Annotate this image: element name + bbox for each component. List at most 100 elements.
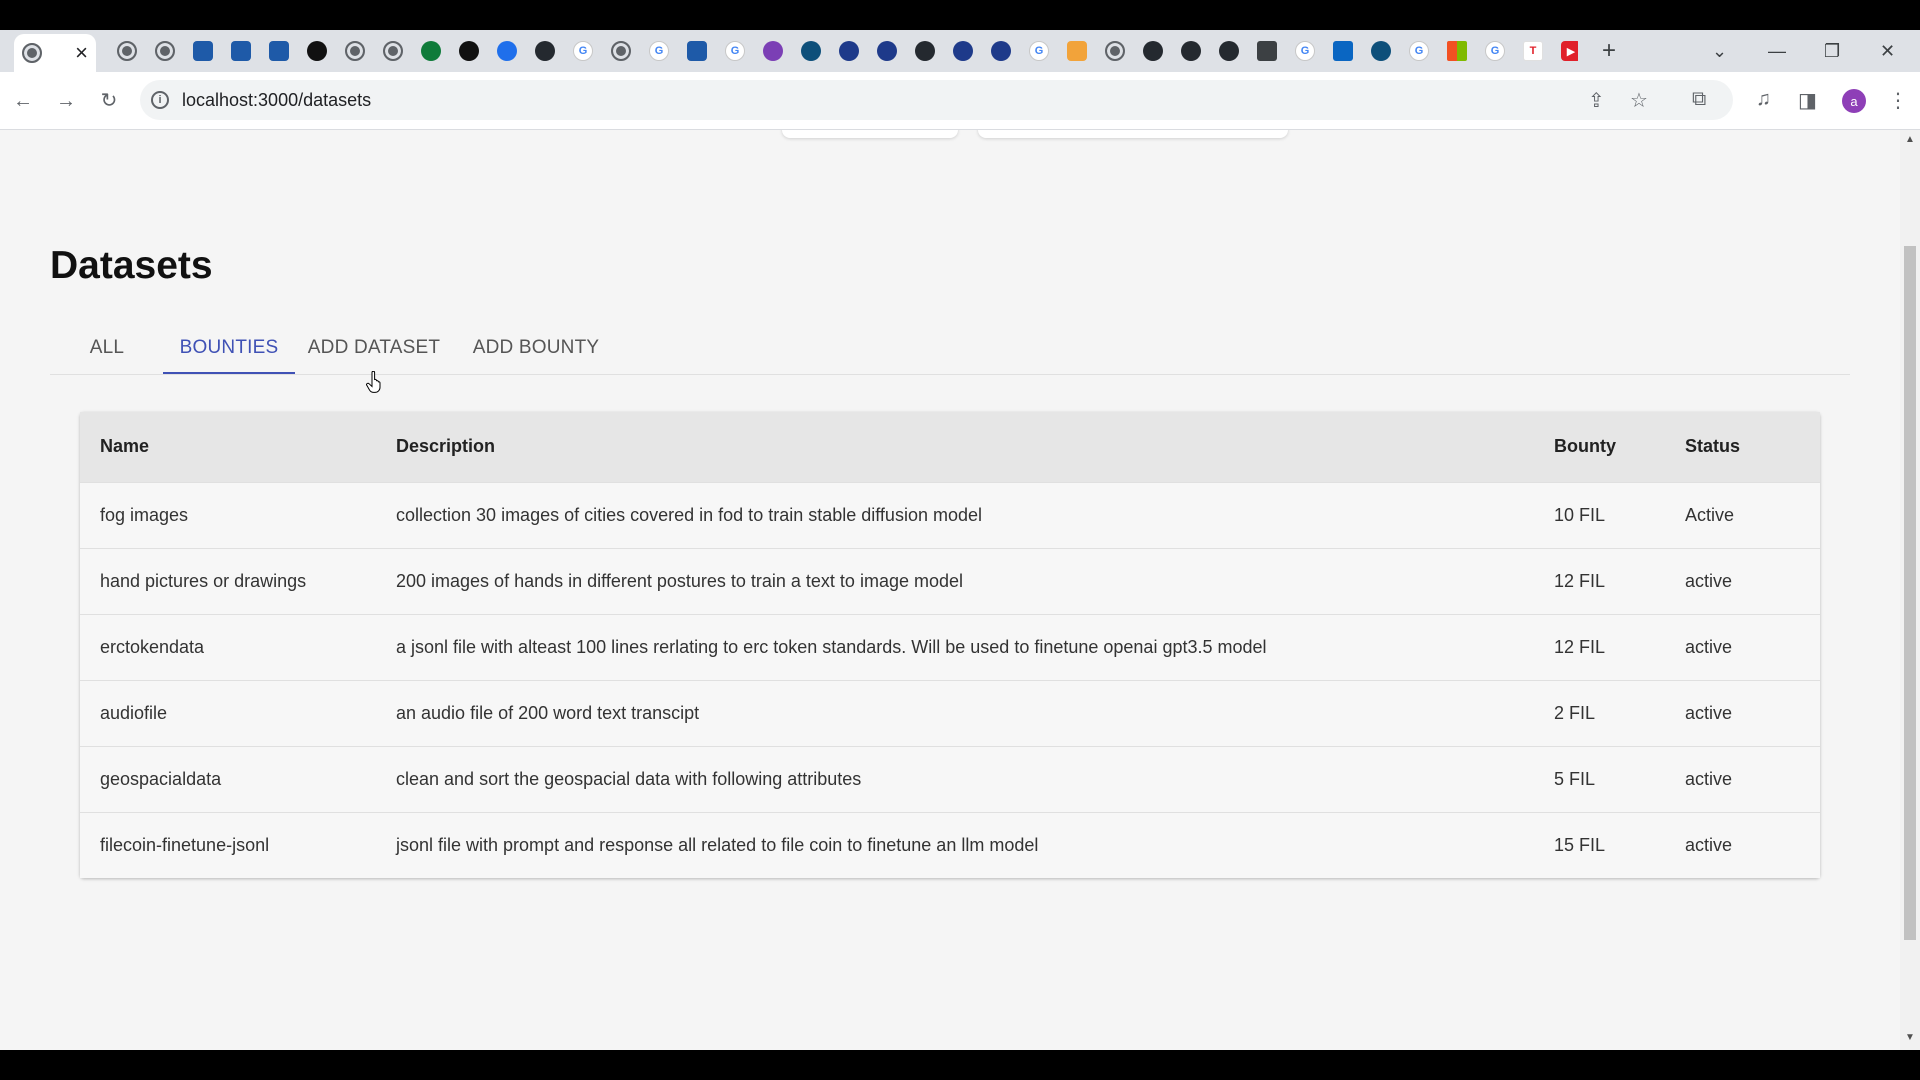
gh-favicon-icon[interactable] [915,41,935,61]
cell-status: Active [1685,504,1735,525]
wave-favicon-icon[interactable] [269,41,289,61]
reload-button[interactable]: ↻ [96,88,122,114]
address-bar[interactable]: i localhost:3000/datasets [140,80,1733,120]
cell-description: clean and sort the geospacial data with … [396,768,862,789]
minimize-button[interactable]: — [1768,36,1786,66]
globe-favicon-icon[interactable] [1105,41,1125,61]
table-row[interactable]: audiofile an audio file of 200 word text… [80,680,1820,746]
browser-tab-active[interactable]: × [14,34,96,72]
tab-label: BOUNTIES [179,337,279,358]
new-tab-button[interactable]: + [1602,36,1616,66]
close-window-button[interactable]: ✕ [1880,36,1895,66]
blue-favicon-icon[interactable] [497,41,517,61]
cell-status: active [1685,834,1733,855]
globe-favicon-icon[interactable] [345,41,365,61]
orange-favicon-icon[interactable] [1067,41,1087,61]
wave-favicon-icon[interactable] [687,41,707,61]
minimize-icon: — [1768,40,1786,61]
url-text[interactable]: localhost:3000/datasets [182,90,371,111]
bookmark-button[interactable]: ☆ [1630,88,1648,113]
page-title: Datasets [50,244,213,287]
green-favicon-icon[interactable] [421,41,441,61]
close-icon: ✕ [1880,40,1896,61]
cell-bounty: 2 FIL [1554,702,1596,723]
gh-favicon-icon[interactable] [1219,41,1239,61]
globe-icon [22,43,42,63]
browser-tab-list: G G G G G G G T ▶ [108,36,1578,66]
page-content: Datasets ALL BOUNTIES ADD DATASET ADD BO… [0,130,1900,1050]
table-row[interactable]: fog images collection 30 images of citie… [80,482,1820,548]
tab-bounties[interactable]: BOUNTIES [163,326,295,374]
gh-favicon-icon[interactable] [535,41,555,61]
cell-description: a jsonl file with alteast 100 lines rerl… [396,636,1267,657]
navy-favicon-icon[interactable] [877,41,897,61]
side-panel-button[interactable]: ◨ [1798,88,1817,113]
navy-favicon-icon[interactable] [991,41,1011,61]
purple-favicon-icon[interactable] [763,41,783,61]
cell-bounty: 12 FIL [1554,570,1606,591]
page-scrollbar[interactable]: ▲ ▼ [1900,130,1920,1050]
globe-favicon-icon[interactable] [611,41,631,61]
ms-favicon-icon[interactable] [1447,41,1467,61]
g-favicon-icon[interactable]: G [573,41,593,61]
tab-all[interactable]: ALL [50,326,164,374]
dark-favicon-icon[interactable] [459,41,479,61]
media-icon: ♫ [1756,88,1771,110]
scroll-down-icon[interactable]: ▼ [1904,1032,1916,1043]
teal-favicon-icon[interactable] [801,41,821,61]
lin-favicon-icon[interactable] [1333,41,1353,61]
g-favicon-icon[interactable]: G [1485,41,1505,61]
media-button[interactable]: ♫ [1756,88,1771,111]
tab-label: ADD DATASET [307,337,441,358]
column-header-status[interactable]: Status [1685,412,1820,482]
table-row[interactable]: erctokendata a jsonl file with alteast 1… [80,614,1820,680]
navy-favicon-icon[interactable] [839,41,859,61]
tab-add-dataset[interactable]: ADD DATASET [306,326,442,374]
globe-favicon-icon[interactable] [383,41,403,61]
wave-favicon-icon[interactable] [193,41,213,61]
menu-button[interactable]: ⋮ [1888,88,1908,113]
tab-search-button[interactable]: ⌄ [1712,36,1727,66]
share-icon: ⇪ [1588,90,1605,112]
forward-button[interactable]: → [53,88,79,114]
globe-favicon-icon[interactable] [155,41,175,61]
book-favicon-icon[interactable] [1257,41,1277,61]
scroll-up-icon[interactable]: ▲ [1904,134,1916,145]
tab-add-bounty[interactable]: ADD BOUNTY [472,326,600,374]
hand-cursor-icon [366,371,381,393]
globe-favicon-icon[interactable] [117,41,137,61]
red-favicon-icon[interactable]: ▶ [1561,41,1578,61]
close-tab-icon[interactable]: × [75,40,88,66]
tee-favicon-icon[interactable]: T [1523,41,1543,61]
g-favicon-icon[interactable]: G [1295,41,1315,61]
bounties-table: Name Description Bounty Status fog image… [80,412,1820,878]
screen-top-edge [0,0,1920,30]
extensions-button[interactable]: ⧉ [1692,88,1706,111]
cell-bounty: 5 FIL [1554,768,1596,789]
share-button[interactable]: ⇪ [1588,88,1605,113]
navy-favicon-icon[interactable] [953,41,973,61]
back-button[interactable]: ← [10,88,36,114]
partially-hidden-element [978,130,1288,138]
g-favicon-icon[interactable]: G [649,41,669,61]
column-header-description[interactable]: Description [396,412,1554,482]
table-row[interactable]: hand pictures or drawings 200 images of … [80,548,1820,614]
scrollbar-thumb[interactable] [1904,246,1916,940]
g-favicon-icon[interactable]: G [1029,41,1049,61]
g-favicon-icon[interactable]: G [725,41,745,61]
gh-favicon-icon[interactable] [1181,41,1201,61]
g-favicon-icon[interactable]: G [1409,41,1429,61]
table-row[interactable]: geospacialdata clean and sort the geospa… [80,746,1820,812]
column-header-name[interactable]: Name [80,412,396,482]
gh-favicon-icon[interactable] [1143,41,1163,61]
dark-favicon-icon[interactable] [307,41,327,61]
restore-button[interactable]: ❐ [1824,36,1840,66]
table-row[interactable]: filecoin-finetune-jsonl jsonl file with … [80,812,1820,878]
teal-favicon-icon[interactable] [1371,41,1391,61]
profile-avatar[interactable]: a [1842,89,1866,113]
wave-favicon-icon[interactable] [231,41,251,61]
reload-icon: ↻ [100,90,118,112]
cell-description: 200 images of hands in different posture… [396,570,963,591]
column-header-bounty[interactable]: Bounty [1554,412,1685,482]
site-info-icon[interactable]: i [151,91,169,109]
